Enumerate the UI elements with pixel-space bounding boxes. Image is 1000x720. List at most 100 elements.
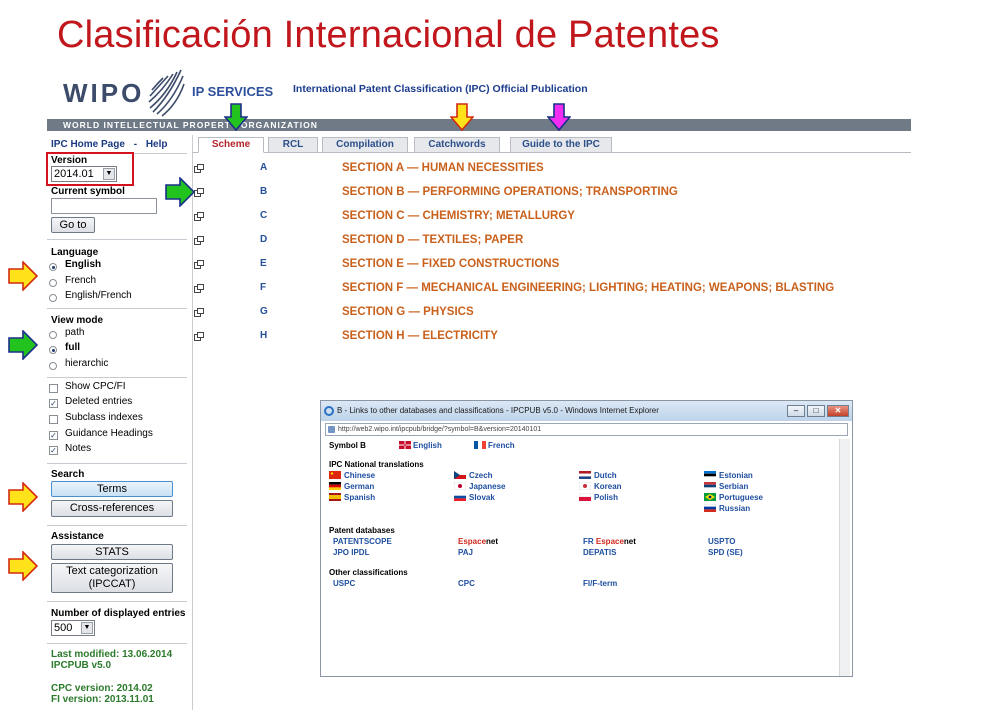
translation-japanese[interactable]: Japanese (469, 482, 505, 491)
tab-scheme[interactable]: Scheme (198, 137, 264, 153)
close-button[interactable]: ✕ (827, 405, 849, 417)
external-link-icon[interactable] (194, 188, 204, 197)
tab-rcl[interactable]: RCL (268, 137, 318, 153)
checkbox-deleted-entries[interactable]: ✓ (49, 399, 58, 408)
translation-chinese[interactable]: Chinese (344, 471, 375, 480)
entries-select[interactable]: 500 ▼ (51, 620, 95, 636)
external-link-icon[interactable] (194, 236, 204, 245)
ipccat-button[interactable]: Text categorization (IPCCAT) (51, 563, 173, 593)
arrow-down-yellow-icon (450, 103, 474, 131)
translation-serbian[interactable]: Serbian (719, 482, 748, 491)
checkbox-show-cpc-fi[interactable] (49, 384, 58, 393)
cls-fi-fterm[interactable]: FI/F-term (583, 579, 617, 588)
section-title[interactable]: SECTION B — PERFORMING OPERATIONS; TRANS… (342, 186, 678, 198)
chevron-down-icon: ▼ (81, 622, 93, 634)
db-espacenet[interactable]: Espacenet (458, 537, 498, 546)
checkbox-notes[interactable]: ✓ (49, 446, 58, 455)
db-fr-espacenet[interactable]: FR Espacenet (583, 537, 636, 546)
db-patentscope[interactable]: PATENTSCOPE (333, 537, 392, 546)
divider (47, 601, 187, 602)
db-jpo-ipdl[interactable]: JPO IPDL (333, 548, 369, 557)
cross-references-button[interactable]: Cross-references (51, 500, 173, 517)
netherlands-flag-icon (579, 471, 591, 479)
section-row[interactable]: H SECTION H — ELECTRICITY (194, 330, 910, 344)
section-letter[interactable]: F (260, 282, 266, 293)
tab-catchwords[interactable]: Catchwords (414, 137, 500, 153)
address-bar[interactable]: http://web2.wipo.int/ipcpub/bridge/?symb… (325, 423, 848, 436)
current-symbol-input[interactable] (51, 198, 157, 214)
translation-russian[interactable]: Russian (719, 504, 750, 513)
tab-compilation[interactable]: Compilation (322, 137, 408, 153)
cls-uspc[interactable]: USPC (333, 579, 355, 588)
popup-titlebar[interactable]: B - Links to other databases and classif… (321, 401, 852, 421)
option-guidance-headings: Guidance Headings (65, 428, 153, 439)
external-link-icon[interactable] (194, 164, 204, 173)
radio-full[interactable] (49, 346, 57, 354)
translation-german[interactable]: German (344, 482, 374, 491)
section-letter[interactable]: C (260, 210, 267, 221)
option-english-french: English/French (65, 290, 132, 301)
radio-english-french[interactable] (49, 294, 57, 302)
checkbox-guidance-headings[interactable]: ✓ (49, 431, 58, 440)
arrow-down-green-icon (224, 103, 248, 131)
section-letter[interactable]: G (260, 306, 268, 317)
section-row[interactable]: A SECTION A — HUMAN NECESSITIES (194, 162, 910, 176)
db-depatis[interactable]: DEPATIS (583, 548, 616, 557)
section-letter[interactable]: D (260, 234, 267, 245)
db-uspto[interactable]: USPTO (708, 537, 735, 546)
wipo-logo: WIPO (63, 78, 145, 108)
section-row[interactable]: C SECTION C — CHEMISTRY; METALLURGY (194, 210, 910, 224)
section-title[interactable]: SECTION H — ELECTRICITY (342, 330, 498, 342)
section-letter[interactable]: B (260, 186, 267, 197)
stats-button[interactable]: STATS (51, 544, 173, 560)
section-row[interactable]: D SECTION D — TEXTILES; PAPER (194, 234, 910, 248)
patent-databases-label: Patent databases (329, 526, 395, 535)
db-spd-se[interactable]: SPD (SE) (708, 548, 743, 557)
radio-path[interactable] (49, 331, 57, 339)
home-link[interactable]: IPC Home Page (51, 139, 125, 150)
english-link[interactable]: English (413, 441, 442, 450)
minimize-button[interactable]: – (787, 405, 805, 417)
section-row[interactable]: E SECTION E — FIXED CONSTRUCTIONS (194, 258, 910, 272)
section-letter[interactable]: A (260, 162, 267, 173)
checkbox-subclass-indexes[interactable] (49, 415, 58, 424)
external-link-icon[interactable] (194, 212, 204, 221)
maximize-button[interactable]: □ (807, 405, 825, 417)
radio-french[interactable] (49, 279, 57, 287)
french-link[interactable]: French (488, 441, 515, 450)
translation-slovak[interactable]: Slovak (469, 493, 495, 502)
language-label: Language (51, 247, 99, 258)
db-paj[interactable]: PAJ (458, 548, 473, 557)
section-title[interactable]: SECTION G — PHYSICS (342, 306, 474, 318)
section-row[interactable]: F SECTION F — MECHANICAL ENGINEERING; LIG… (194, 282, 910, 296)
translation-korean[interactable]: Korean (594, 482, 622, 491)
cls-cpc[interactable]: CPC (458, 579, 475, 588)
translation-polish[interactable]: Polish (594, 493, 618, 502)
translation-portuguese[interactable]: Portuguese (719, 493, 763, 502)
external-link-icon[interactable] (194, 308, 204, 317)
tab-guide[interactable]: Guide to the IPC (510, 137, 612, 153)
section-title[interactable]: SECTION A — HUMAN NECESSITIES (342, 162, 544, 174)
radio-hierarchic[interactable] (49, 362, 57, 370)
section-row[interactable]: B SECTION B — PERFORMING OPERATIONS; TRAN… (194, 186, 910, 200)
external-link-icon[interactable] (194, 284, 204, 293)
section-row[interactable]: G SECTION G — PHYSICS (194, 306, 910, 320)
section-title[interactable]: SECTION F — MECHANICAL ENGINEERING; LIGH… (342, 282, 834, 294)
radio-english[interactable] (49, 263, 57, 271)
translation-dutch[interactable]: Dutch (594, 471, 617, 480)
section-title[interactable]: SECTION C — CHEMISTRY; METALLURGY (342, 210, 575, 222)
external-link-icon[interactable] (194, 260, 204, 269)
section-title[interactable]: SECTION E — FIXED CONSTRUCTIONS (342, 258, 559, 270)
section-title[interactable]: SECTION D — TEXTILES; PAPER (342, 234, 523, 246)
translation-czech[interactable]: Czech (469, 471, 493, 480)
section-letter[interactable]: H (260, 330, 267, 341)
section-letter[interactable]: E (260, 258, 267, 269)
translation-spanish[interactable]: Spanish (344, 493, 375, 502)
germany-flag-icon (329, 482, 341, 490)
popup-scrollbar[interactable] (839, 439, 850, 676)
help-link[interactable]: Help (146, 139, 168, 150)
translation-estonian[interactable]: Estonian (719, 471, 753, 480)
external-link-icon[interactable] (194, 332, 204, 341)
terms-button[interactable]: Terms (51, 481, 173, 497)
goto-button[interactable]: Go to (51, 217, 95, 233)
